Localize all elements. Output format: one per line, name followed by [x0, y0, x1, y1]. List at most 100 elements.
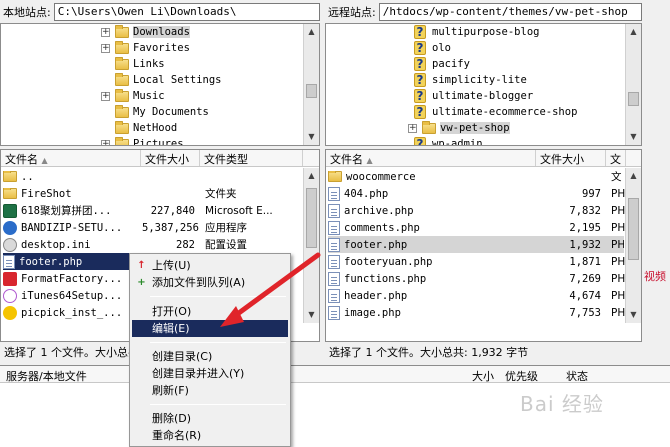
file-name: image.php: [344, 306, 401, 319]
col-filetype[interactable]: 文件类型: [200, 150, 303, 166]
menu-item-create-dir[interactable]: 创建目录(C): [132, 348, 288, 365]
list-item[interactable]: FormatFactory...: [3, 270, 131, 287]
tree-item-label: Music: [133, 90, 165, 102]
list-item[interactable]: footeryuan.php 1,871 PH: [328, 253, 625, 270]
col-filename-label: 文件名: [5, 153, 38, 166]
file-type: PH: [611, 221, 625, 234]
scroll-down-icon[interactable]: ▼: [626, 307, 641, 323]
list-item[interactable]: picpick_inst_...: [3, 304, 131, 321]
local-tree-item-nethood[interactable]: NetHood: [101, 120, 177, 136]
list-item[interactable]: header.php 4,674 PH: [328, 287, 625, 304]
local-site-path-input[interactable]: C:\Users\Owen Li\Downloads\: [53, 3, 320, 21]
local-tree-item-local-settings[interactable]: Local Settings: [101, 72, 222, 88]
menu-item-edit[interactable]: 编辑(E): [132, 320, 288, 337]
local-tree-item-my-documents[interactable]: My Documents: [101, 104, 209, 120]
local-tree-item-favorites[interactable]: + Favorites: [101, 40, 190, 56]
remote-tree-item[interactable]: ? wp-admin: [414, 136, 483, 145]
queue-col-priority[interactable]: 优先级: [505, 368, 538, 384]
queue-col-status[interactable]: 状态: [566, 368, 588, 384]
list-item[interactable]: archive.php 7,832 PH: [328, 202, 625, 219]
remote-tree-item[interactable]: ? ultimate-blogger: [414, 88, 533, 104]
menu-item-open[interactable]: 打开(O): [132, 303, 288, 320]
gear-icon: [3, 237, 17, 252]
scroll-down-icon[interactable]: ▼: [626, 129, 641, 145]
list-item[interactable]: woocommerce 文: [328, 168, 625, 185]
expand-placeholder: [101, 60, 110, 69]
remote-tree-scrollbar[interactable]: ▲ ▼: [625, 24, 641, 145]
menu-item-label: 添加文件到队列(A): [152, 276, 246, 289]
scroll-up-icon[interactable]: ▲: [626, 24, 641, 40]
list-item[interactable]: comments.php 2,195 PH: [328, 219, 625, 236]
local-tree-scrollbar[interactable]: ▲ ▼: [303, 24, 319, 145]
remote-tree-item[interactable]: ? olo: [414, 40, 451, 56]
remote-tree-item[interactable]: ? ultimate-ecommerce-shop: [414, 104, 577, 120]
folder-icon: [328, 170, 342, 182]
folder-icon: [3, 170, 17, 182]
col-filetype[interactable]: 文: [606, 150, 626, 166]
scroll-thumb[interactable]: [628, 198, 639, 260]
remote-tree-item[interactable]: ? pacify: [414, 56, 470, 72]
expand-icon[interactable]: +: [408, 123, 417, 133]
col-filename[interactable]: 文件名 ▲: [1, 150, 141, 166]
menu-item-upload[interactable]: ↑ 上传(U): [132, 257, 288, 274]
local-tree-item-pictures[interactable]: + Pictures: [101, 136, 184, 145]
remote-site-path-input[interactable]: /htdocs/wp-content/themes/vw-pet-shop: [378, 3, 642, 21]
scroll-up-icon[interactable]: ▲: [626, 168, 641, 184]
list-item[interactable]: desktop.ini 282 配置设置: [3, 236, 301, 253]
file-size: 1,871: [569, 255, 601, 268]
php-file-icon: [328, 220, 340, 235]
folder-icon: [115, 136, 129, 145]
col-filename[interactable]: 文件名 ▲: [326, 150, 536, 166]
file-type: PH: [611, 238, 624, 251]
local-tree-item-links[interactable]: Links: [101, 56, 165, 72]
list-item[interactable]: 618聚划算拼团... 227,840 Microsoft E...: [3, 202, 301, 219]
list-item[interactable]: FireShot 文件夹: [3, 185, 301, 202]
expand-placeholder: [101, 76, 110, 85]
list-item[interactable]: BANDIZIP-SETU... 5,387,256 应用程序: [3, 219, 301, 236]
scroll-thumb[interactable]: [306, 188, 317, 248]
scroll-up-icon[interactable]: ▲: [304, 24, 319, 40]
scroll-thumb[interactable]: [628, 92, 639, 106]
context-menu: ↑ 上传(U) + 添加文件到队列(A) 打开(O) 编辑(E) 创建目录(C)…: [129, 253, 291, 447]
file-type: PH: [611, 289, 625, 302]
menu-item-delete[interactable]: 删除(D): [132, 410, 288, 427]
list-item[interactable]: image.php 7,753 PH: [328, 304, 625, 321]
list-item-selected[interactable]: footer.php: [3, 253, 131, 270]
expand-icon[interactable]: +: [101, 139, 110, 145]
menu-item-add-to-queue[interactable]: + 添加文件到队列(A): [132, 274, 288, 291]
scroll-thumb[interactable]: [306, 84, 317, 98]
tree-item-label: multipurpose-blog: [432, 26, 540, 38]
scroll-down-icon[interactable]: ▼: [304, 129, 319, 145]
menu-item-create-dir-enter[interactable]: 创建目录并进入(Y): [132, 365, 288, 382]
list-item[interactable]: functions.php 7,269 PH: [328, 270, 625, 287]
local-list-scrollbar[interactable]: ▲ ▼: [303, 168, 319, 323]
expand-icon[interactable]: +: [101, 27, 110, 37]
col-filesize[interactable]: 文件大小: [536, 150, 606, 166]
list-item-selected[interactable]: footer.php 1,932 PH: [328, 236, 624, 253]
expand-icon[interactable]: +: [101, 91, 110, 101]
menu-item-refresh[interactable]: 刷新(F): [132, 382, 288, 399]
list-item[interactable]: 404.php 997 PH: [328, 185, 625, 202]
menu-item-label: 删除(D): [152, 412, 192, 425]
remote-tree-item-vw-pet-shop[interactable]: + vw-pet-shop: [408, 120, 510, 136]
remote-tree-item[interactable]: ? multipurpose-blog: [414, 24, 539, 40]
remote-list-scrollbar[interactable]: ▲ ▼: [625, 168, 641, 323]
question-folder-icon: ?: [414, 137, 426, 145]
queue-col-server[interactable]: 服务器/本地文件: [6, 368, 87, 384]
list-item[interactable]: ..: [3, 168, 142, 185]
question-folder-icon: ?: [414, 57, 426, 71]
expand-icon[interactable]: +: [101, 43, 110, 53]
menu-item-rename[interactable]: 重命名(R): [132, 427, 288, 444]
col-filesize[interactable]: 文件大小: [141, 150, 200, 166]
scroll-up-icon[interactable]: ▲: [304, 168, 319, 184]
remote-list-header: 文件名 ▲ 文件大小 文: [326, 150, 641, 167]
local-tree-item-downloads[interactable]: + Downloads: [101, 24, 190, 40]
remote-tree-item[interactable]: ? simplicity-lite: [414, 72, 527, 88]
list-item[interactable]: iTunes64Setup...: [3, 287, 131, 304]
local-tree-item-music[interactable]: + Music: [101, 88, 165, 104]
side-text: 视频: [644, 270, 666, 283]
upload-arrow-icon: ↑: [137, 260, 146, 271]
queue-col-size[interactable]: 大小: [472, 368, 494, 384]
question-folder-icon: ?: [414, 89, 426, 103]
scroll-down-icon[interactable]: ▼: [304, 307, 319, 323]
